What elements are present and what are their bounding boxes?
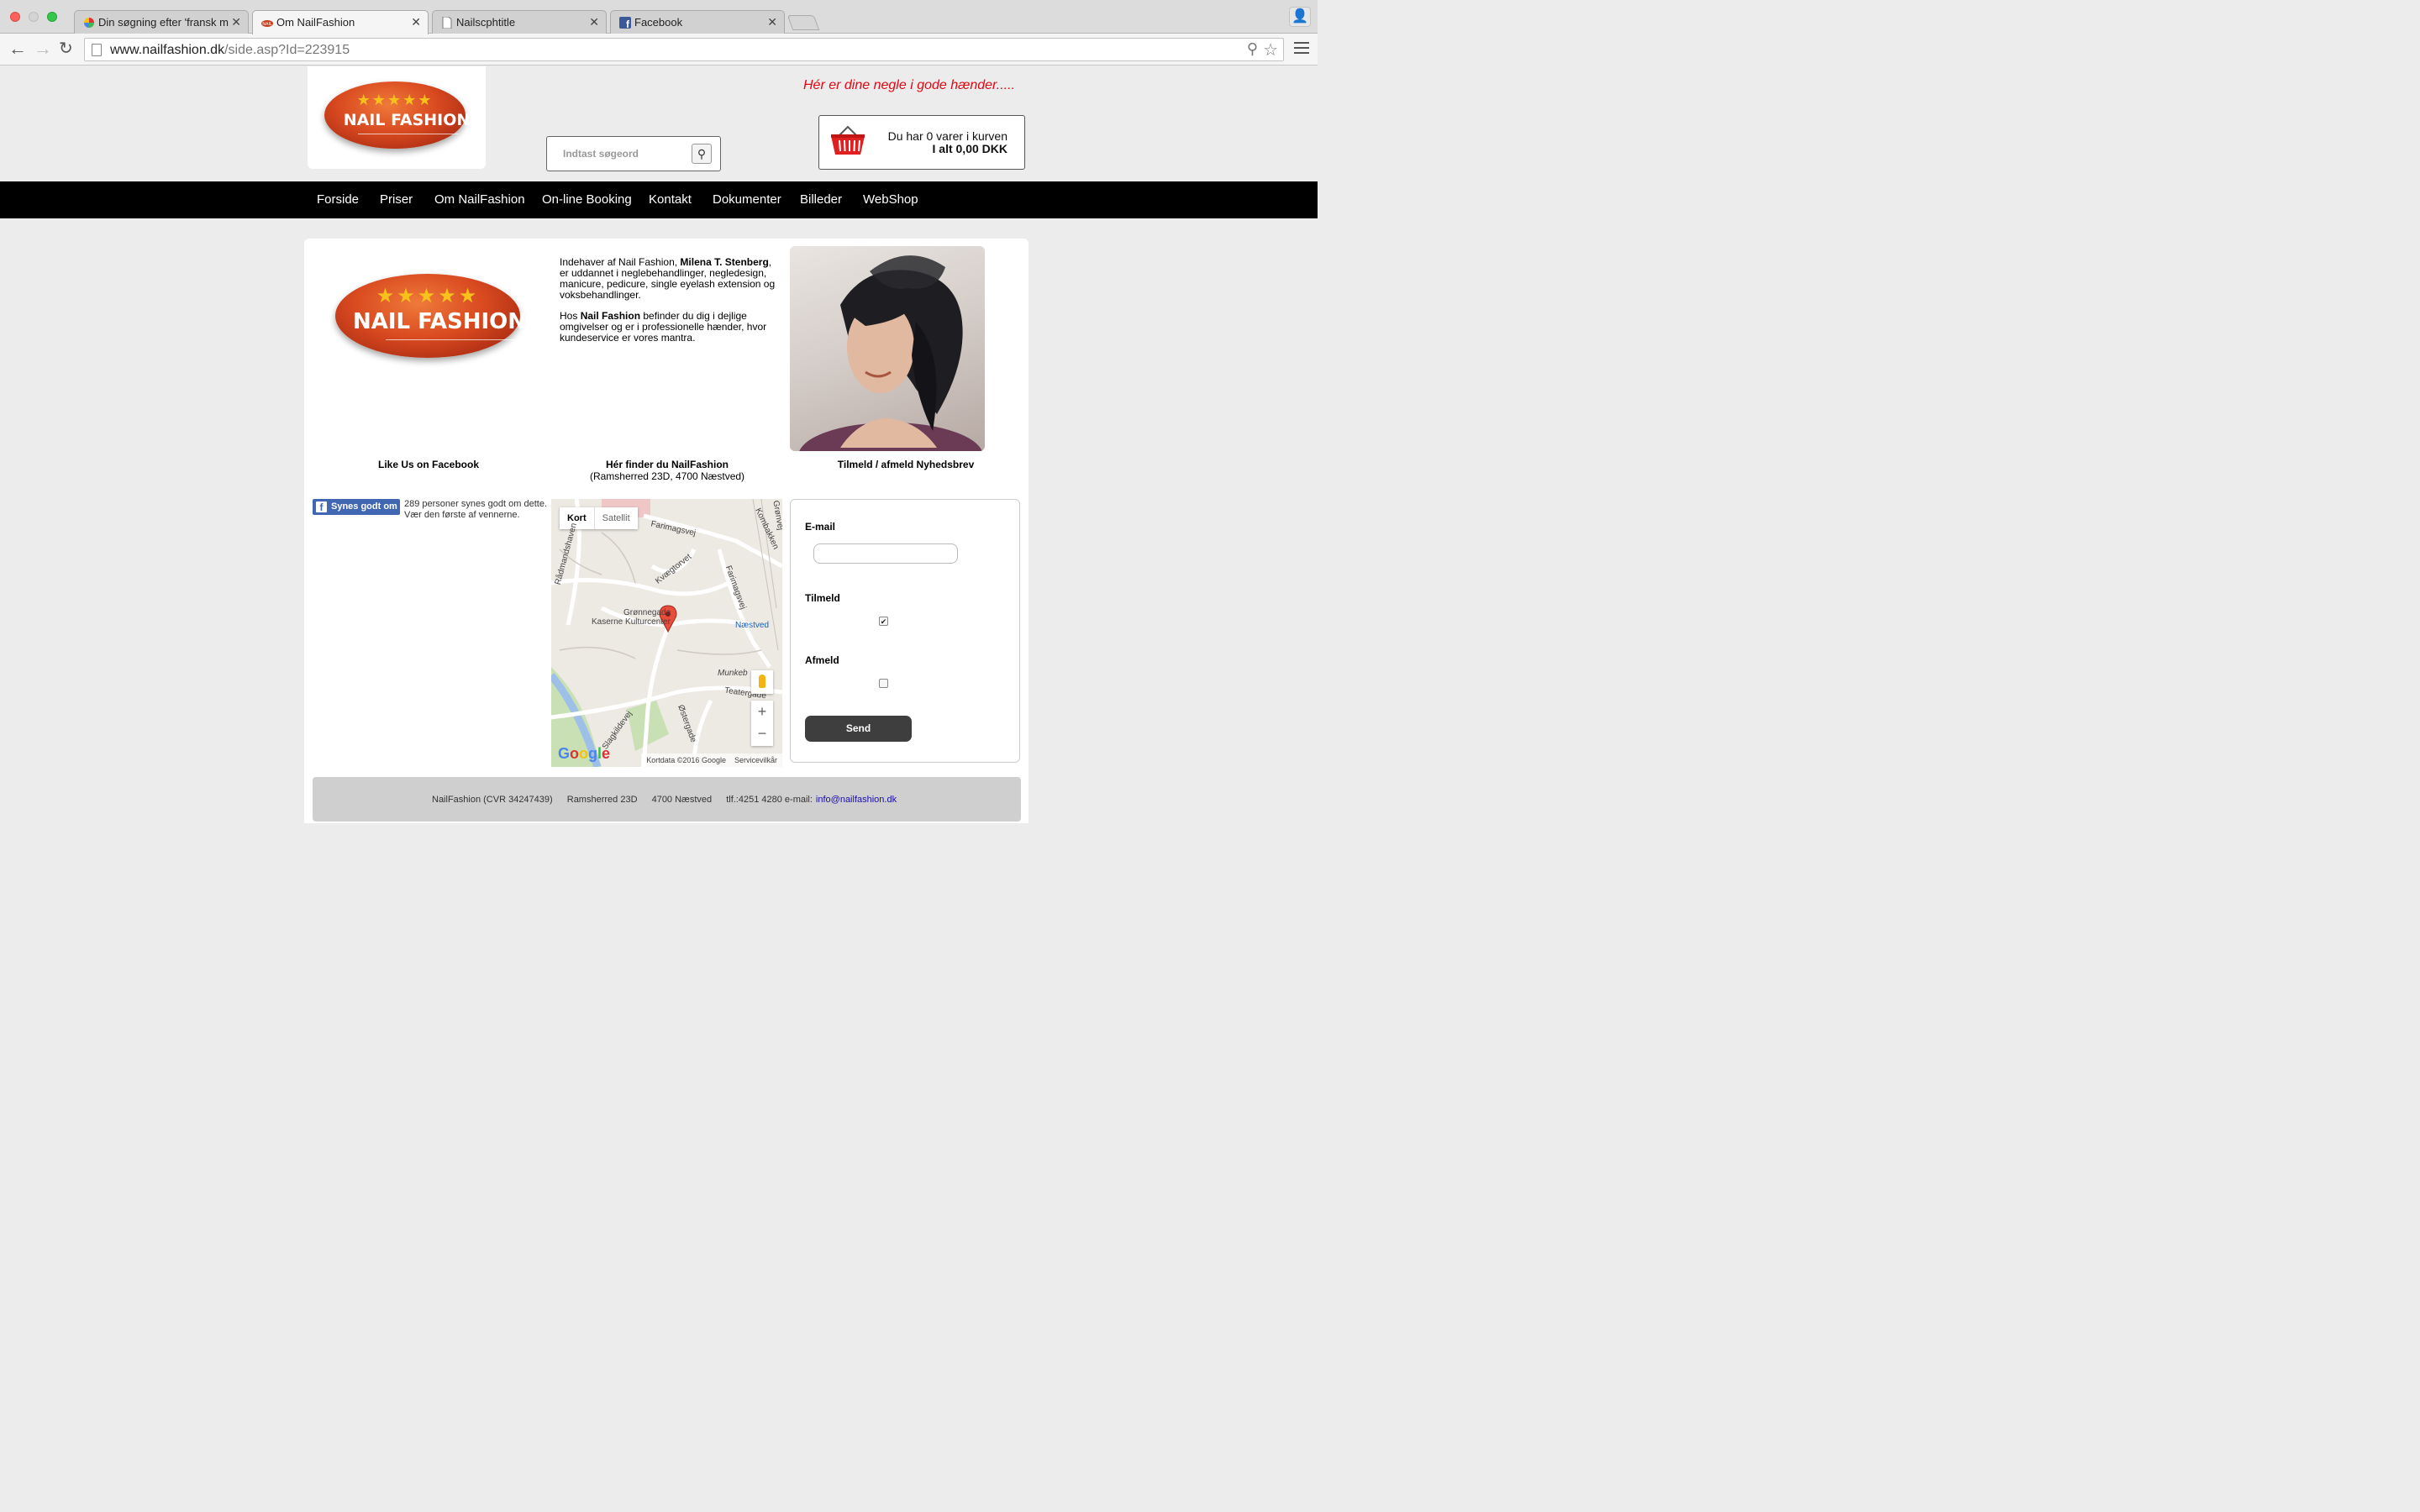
nail-favicon-icon: NAIL — [261, 20, 273, 27]
browser-tab-facebook[interactable]: f Facebook ✕ — [610, 10, 785, 34]
cart-count-text: Du har 0 varer i kurven — [887, 129, 1007, 143]
map-footer: Kortdata ©2016 Google Servicevilkår — [641, 753, 782, 767]
forward-arrow-icon[interactable]: → — [34, 39, 52, 59]
content-logo: ★★★★★ NAIL FASHION — [335, 274, 526, 358]
page-favicon-icon — [442, 17, 452, 29]
intro-text: Indehaver af Nail Fashion, Milena T. Ste… — [560, 257, 778, 354]
url-text[interactable]: www.nailfashion.dk/side.asp?Id=223915 — [110, 43, 350, 58]
shopping-cart[interactable]: Du har 0 varer i kurven I alt 0,00 DKK — [818, 115, 1025, 170]
search-box[interactable]: Indtast søgeord ⚲ — [546, 136, 721, 171]
header-logo-box[interactable]: ★★★★★ NAIL FASHION — [308, 66, 486, 169]
nav-item-online-booking[interactable]: On-line Booking — [542, 192, 632, 207]
map-data-credit: Kortdata ©2016 Google — [646, 756, 726, 764]
facebook-favicon-icon: f — [619, 17, 631, 29]
bookmark-star-icon[interactable]: ☆ — [1263, 39, 1278, 60]
search-icon[interactable]: ⚲ — [692, 144, 712, 164]
unsubscribe-label: Afmeld — [805, 654, 839, 666]
address-bar[interactable]: www.nailfashion.dk/side.asp?Id=223915 ⚲ … — [84, 38, 1284, 61]
map-tab-satellit[interactable]: Satellit — [593, 507, 638, 529]
map-label: Grønnegade — [623, 608, 671, 617]
tab-title: Din søgning efter 'fransk m — [98, 16, 229, 29]
close-window-button[interactable] — [10, 12, 20, 22]
main-content: ★★★★★ NAIL FASHION Indehaver af Nail Fas… — [304, 239, 1028, 823]
close-tab-icon[interactable]: ✕ — [767, 15, 777, 29]
logo-text: NAIL FASHION — [352, 309, 527, 334]
zoom-window-button[interactable] — [47, 12, 57, 22]
main-navigation: Forside Priser Om NailFashion On-line Bo… — [0, 181, 1318, 218]
logo-stars: ★★★★★ — [376, 285, 480, 307]
page-footer: NailFashion (CVR 34247439) Ramsherred 23… — [313, 777, 1021, 822]
owner-photo — [790, 246, 985, 451]
nav-item-webshop[interactable]: WebShop — [863, 192, 918, 207]
tab-title: Om NailFashion — [276, 16, 355, 29]
close-tab-icon[interactable]: ✕ — [589, 15, 599, 29]
email-field[interactable] — [813, 543, 958, 564]
newsletter-form: E-mail Tilmeld ✔ Afmeld Send — [790, 499, 1020, 763]
map-label: Næstved — [735, 621, 770, 630]
svg-text:NAIL: NAIL — [262, 22, 272, 27]
facebook-caption: Like Us on Facebook — [377, 459, 480, 470]
intro-paragraph-owner: Indehaver af Nail Fashion, Milena T. Ste… — [560, 256, 776, 301]
street-view-pegman-icon[interactable] — [751, 670, 773, 694]
cart-total-text: I alt 0,00 DKK — [932, 142, 1007, 155]
browser-tab-om-nailfashion[interactable]: NAIL Om NailFashion ✕ — [252, 10, 429, 34]
logo-text: NAIL FASHION — [343, 111, 471, 129]
nav-item-priser[interactable]: Priser — [380, 192, 413, 207]
browser-tab-search[interactable]: Din søgning efter 'fransk m ✕ — [74, 10, 249, 34]
send-button[interactable]: Send — [805, 716, 912, 742]
nav-item-dokumenter[interactable]: Dokumenter — [713, 192, 781, 207]
reload-icon[interactable]: ↻ — [59, 39, 73, 59]
map-zoom-control[interactable]: + − — [751, 701, 773, 746]
browser-tab-nailscphtitle[interactable]: Nailscphtitle ✕ — [432, 10, 607, 34]
map-caption: Hér finder du NailFashion (Ramsherred 23… — [570, 459, 765, 482]
header-slogan: Hér er dine negle i gode hænder..... — [803, 78, 1016, 92]
close-tab-icon[interactable]: ✕ — [231, 15, 241, 29]
nav-item-kontakt[interactable]: Kontakt — [649, 192, 692, 207]
google-logo: Google — [558, 745, 611, 762]
footer-city: 4700 Næstved — [651, 795, 713, 805]
facebook-like-count: 289 personer synes godt om dette. Vær de… — [404, 499, 547, 520]
zoom-out-icon[interactable]: − — [751, 722, 773, 744]
unsubscribe-checkbox[interactable] — [879, 679, 888, 688]
minimize-window-button[interactable] — [29, 12, 39, 22]
footer-street: Ramsherred 23D — [566, 795, 638, 805]
google-favicon-icon — [84, 18, 94, 28]
facebook-icon: f — [316, 501, 327, 513]
web-page: ★★★★★ NAIL FASHION Hér er dine negle i g… — [0, 66, 1318, 823]
footer-company: NailFashion (CVR 34247439) — [432, 795, 553, 805]
tab-title: Nailscphtitle — [456, 16, 516, 29]
map-terms-link[interactable]: Servicevilkår — [734, 756, 777, 764]
subscribe-label: Tilmeld — [805, 592, 840, 604]
nav-item-billeder[interactable]: Billeder — [800, 192, 842, 207]
nav-item-forside[interactable]: Forside — [317, 192, 359, 207]
map-caption-title: Hér finder du NailFashion — [605, 459, 729, 470]
nail-fashion-logo[interactable]: ★★★★★ NAIL FASHION — [324, 81, 470, 149]
nav-item-om-nailfashion[interactable]: Om NailFashion — [434, 192, 525, 207]
newsletter-caption: Tilmeld / afmeld Nyhedsbrev — [837, 459, 975, 470]
logo-stars: ★★★★★ — [356, 92, 434, 108]
google-map[interactable]: Kort Satellit Farimagsvej Kvægtorvet Fari… — [551, 499, 782, 767]
new-tab-button[interactable] — [786, 15, 820, 30]
search-input[interactable]: Indtast søgeord — [563, 148, 639, 160]
map-label: Kaserne Kulturcenter — [592, 617, 671, 627]
back-arrow-icon[interactable]: ← — [8, 39, 27, 59]
basket-icon — [831, 125, 865, 155]
zoom-magnifier-icon[interactable]: ⚲ — [1247, 40, 1258, 58]
footer-email-link[interactable]: info@nailfashion.dk — [816, 795, 897, 805]
map-label: Munkeb — [718, 669, 748, 678]
tab-title: Facebook — [634, 16, 683, 29]
footer-contact: tlf.:4251 4280 e-mail: — [726, 795, 813, 805]
map-caption-address: (Ramsherred 23D, 4700 Næstved) — [589, 470, 745, 482]
facebook-like-button[interactable]: f Synes godt om — [313, 499, 400, 515]
browser-toolbar: ← → ↻ www.nailfashion.dk/side.asp?Id=223… — [0, 34, 1318, 66]
page-info-icon[interactable] — [92, 44, 102, 56]
email-label: E-mail — [805, 521, 836, 533]
subscribe-checkbox[interactable]: ✔ — [879, 617, 888, 626]
zoom-in-icon[interactable]: + — [751, 701, 773, 722]
browser-menu-icon[interactable] — [1294, 42, 1309, 57]
intro-paragraph-service: Hos Nail Fashion befinder du dig i dejli… — [560, 310, 767, 344]
profile-icon[interactable]: 👤 — [1289, 7, 1311, 27]
browser-titlebar: Din søgning efter 'fransk m ✕ NAIL Om Na… — [0, 0, 1318, 34]
close-tab-icon[interactable]: ✕ — [411, 15, 421, 29]
